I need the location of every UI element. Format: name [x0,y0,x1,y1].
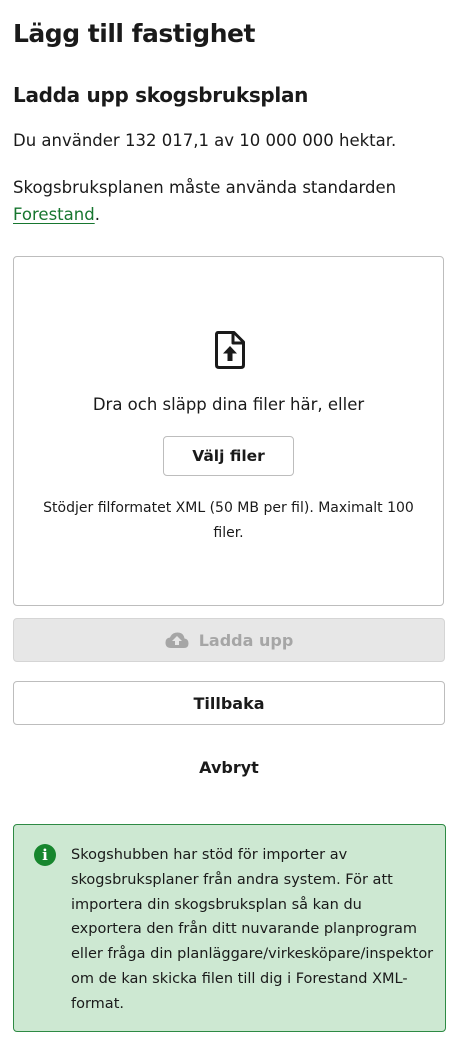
info-text: Skogshubben har stöd för importer av sko… [71,847,434,1012]
forestand-link[interactable]: Forestand [13,205,95,224]
choose-files-button[interactable]: Välj filer [163,436,294,476]
standard-text-label: Skogsbruksplanen måste använda standarde… [13,178,397,197]
info-icon: i [34,844,56,866]
usage-text: Du använder 132 017,1 av 10 000 000 hekt… [13,131,397,150]
file-upload-icon [215,331,245,369]
upload-button-label: Ladda upp [198,630,294,650]
page-title: Lägg till fastighet [13,19,255,48]
info-alert: i Skogshubben har stöd för importer av s… [13,824,446,1032]
file-dropzone[interactable]: Dra och släpp dina filer här, eller Välj… [13,256,444,606]
standard-text-suffix: . [94,205,100,224]
standard-text: Skogsbruksplanen måste använda standarde… [13,174,443,228]
upload-button[interactable]: Ladda upp [13,618,445,662]
section-title: Ladda upp skogsbruksplan [13,83,309,107]
cancel-button[interactable]: Avbryt [13,752,445,782]
back-button[interactable]: Tillbaka [13,681,445,725]
file-format-info: Stödjer filformatet XML (50 MB per fil).… [43,500,414,541]
cloud-upload-icon [165,632,189,648]
drop-instructions: Dra och släpp dina filer här, eller [92,395,365,414]
